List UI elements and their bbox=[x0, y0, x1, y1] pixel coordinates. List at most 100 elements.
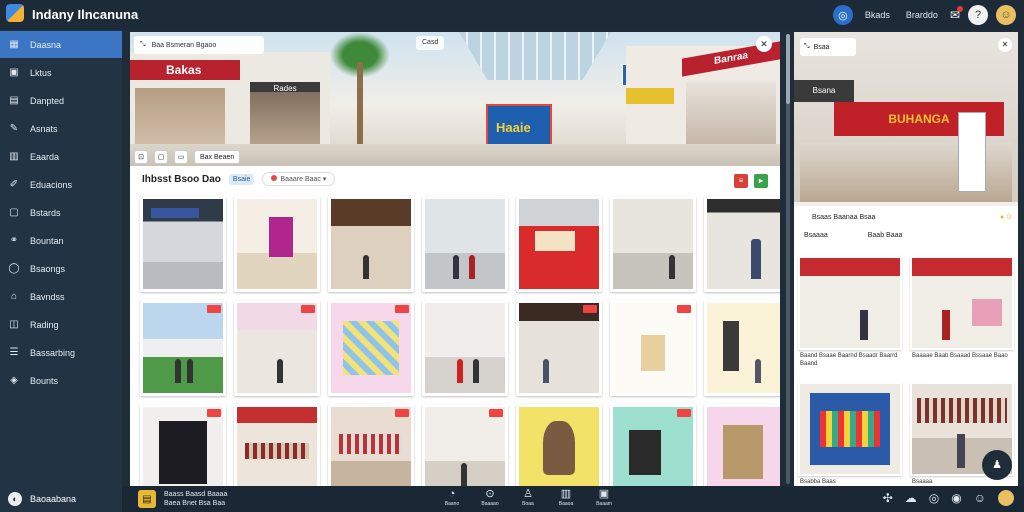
clock-icon: ◔ bbox=[448, 488, 456, 500]
sidebar-item-label: Daasna bbox=[30, 39, 62, 50]
close-icon[interactable]: ✕ bbox=[998, 38, 1012, 52]
right-tile-caption: Bsabba Baas bbox=[800, 479, 836, 485]
user-avatar[interactable]: ☺ bbox=[996, 5, 1016, 25]
hero-pill[interactable]: Casd bbox=[416, 36, 445, 50]
right-card-sub: Bsaaaa Baab Baaa bbox=[794, 228, 1018, 242]
user-icon[interactable]: ☺ bbox=[974, 491, 986, 505]
gallery-tile[interactable] bbox=[422, 196, 508, 292]
bulb-icon[interactable]: ● ⊙ bbox=[1000, 213, 1012, 221]
gallery-tile[interactable] bbox=[610, 196, 696, 292]
tool-list[interactable]: ▣ Baaam bbox=[592, 488, 616, 508]
floating-action-button[interactable]: ♟ bbox=[982, 450, 1012, 480]
sidebar-item-bassarbing[interactable]: ☰ Bassarbing bbox=[0, 339, 122, 366]
gallery-tile[interactable] bbox=[328, 196, 414, 292]
tool-clock[interactable]: ◔ Baano bbox=[440, 488, 464, 508]
gallery-tile[interactable] bbox=[516, 196, 602, 292]
right-card-sub-left[interactable]: Bsaaaa bbox=[804, 232, 828, 239]
sale-badge bbox=[489, 409, 503, 417]
globe-icon: ◯ bbox=[8, 263, 20, 274]
sidebar-item-bounts[interactable]: ◈ Bounts bbox=[0, 367, 122, 394]
sidebar-item-eduacions[interactable]: ✐ Eduacions bbox=[0, 171, 122, 198]
target-icon[interactable]: ◉ bbox=[951, 491, 961, 505]
puzzle-icon[interactable]: ✣ bbox=[883, 491, 893, 505]
right-toolbar[interactable]: ⤡ Bsaa bbox=[800, 38, 856, 56]
top-chip-1[interactable]: Bkads bbox=[861, 8, 894, 22]
gallery-tile[interactable] bbox=[610, 404, 696, 486]
filter-row: ⊡ ▢ ▭ Bax Beaen bbox=[130, 148, 780, 166]
sort-dot-icon bbox=[271, 175, 278, 181]
gallery-tile[interactable] bbox=[234, 300, 320, 396]
right-tile-3[interactable]: Bsabba Baas bbox=[798, 382, 902, 486]
right-tile-2[interactable]: Baaaae Baab Bsaaad Bssaae Baao bbox=[910, 256, 1014, 378]
sidebar-item-danpted[interactable]: ▤ Danpted bbox=[0, 87, 122, 114]
list-view-button[interactable]: ≡ bbox=[734, 174, 748, 188]
gallery-tag[interactable]: Bsaie bbox=[228, 173, 255, 185]
bell-icon[interactable]: ✉ bbox=[950, 6, 963, 22]
hero-toolbar[interactable]: ⤡ Baa Bsmeran Bgaoo bbox=[134, 36, 264, 54]
gallery-tile[interactable] bbox=[704, 196, 780, 292]
gallery-tile[interactable] bbox=[328, 300, 414, 396]
gallery-tile[interactable] bbox=[610, 300, 696, 396]
right-tile-1[interactable]: Baand Bsaae Baarnd Bsaadr Baarrd Baand bbox=[798, 256, 902, 378]
right-card-title: Bsaas Baanaa Bsaa bbox=[812, 213, 876, 221]
filter-icon[interactable]: ⊡ bbox=[134, 150, 148, 164]
store-sign: Bakas bbox=[130, 60, 240, 80]
store-sign-dark: Bsana bbox=[794, 80, 854, 102]
help-icon[interactable]: ? bbox=[968, 5, 988, 25]
gallery-tile[interactable] bbox=[422, 404, 508, 486]
gallery-tile[interactable] bbox=[234, 404, 320, 486]
next-button[interactable]: ▸ bbox=[754, 174, 768, 188]
gallery-tile[interactable] bbox=[422, 300, 508, 396]
gallery-actions: ≡ ▸ bbox=[734, 174, 768, 188]
shield-icon: ◈ bbox=[10, 375, 18, 386]
sidebar-item-asnats[interactable]: ✎ Asnats bbox=[0, 115, 122, 142]
sidebar-item-rading[interactable]: ◫ Rading bbox=[0, 311, 122, 338]
cursor-icon[interactable]: ⤡ bbox=[804, 43, 810, 51]
sidebar-item-bsaongs[interactable]: ◯ Bsaongs bbox=[0, 255, 122, 282]
close-icon[interactable]: ✕ bbox=[756, 36, 772, 52]
globe-icon[interactable]: ◎ bbox=[832, 5, 853, 25]
tool-chart[interactable]: ▥ Baaoa bbox=[554, 488, 578, 508]
image-icon[interactable]: ▭ bbox=[174, 150, 188, 164]
gallery-tile[interactable] bbox=[328, 404, 414, 486]
gallery-tile[interactable] bbox=[516, 300, 602, 396]
sidebar-item-lktus[interactable]: ▣ Lktus bbox=[0, 59, 122, 86]
gallery-tile[interactable] bbox=[140, 300, 226, 396]
sale-badge bbox=[677, 409, 691, 417]
gallery-tile[interactable] bbox=[140, 404, 226, 486]
sidebar-item-label: Lktus bbox=[30, 67, 52, 78]
sidebar-item-label: Danpted bbox=[30, 95, 65, 106]
profile-avatar[interactable] bbox=[998, 490, 1014, 506]
gallery-tile[interactable] bbox=[704, 404, 780, 486]
gallery-tile[interactable] bbox=[140, 196, 226, 292]
top-chip-2[interactable]: Brarddo bbox=[902, 8, 942, 22]
right-card: Bsaas Baanaa Bsaa ● ⊙ Bsaaaa Baab Baaa B… bbox=[794, 206, 1018, 486]
cloud-icon[interactable]: ☁ bbox=[905, 491, 917, 505]
tool-person[interactable]: ♙ Boaa bbox=[516, 488, 540, 508]
sidebar-item-eaarda[interactable]: ▥ Eaarda bbox=[0, 143, 122, 170]
square-icon[interactable]: ▢ bbox=[154, 150, 168, 164]
status-icon[interactable]: ▤ bbox=[138, 490, 156, 508]
cursor-icon[interactable]: ⤡ bbox=[140, 41, 146, 49]
sort-dropdown[interactable]: Baaare Baac ▾ bbox=[262, 172, 336, 186]
app-logo-icon[interactable] bbox=[6, 4, 24, 22]
bottom-bar: ◐ Baoaabana ▤ Baass Baasd Baaaa Baea Bne… bbox=[0, 486, 1024, 512]
hero-image: Bakas Rades Haaie Banraa ⤡ Baa Bsmeran B… bbox=[130, 32, 780, 166]
bottom-user[interactable]: ◐ Baoaabana bbox=[0, 486, 122, 512]
settings-icon[interactable]: ◎ bbox=[929, 491, 939, 505]
filter-chip[interactable]: Bax Beaen bbox=[194, 150, 241, 164]
skylight bbox=[459, 32, 611, 80]
scrollbar-thumb[interactable] bbox=[786, 34, 790, 104]
right-card-sub-right[interactable]: Baab Baaa bbox=[868, 232, 903, 239]
gallery-tile[interactable] bbox=[704, 300, 780, 396]
sidebar-item-bountan[interactable]: ⚭ Bountan bbox=[0, 227, 122, 254]
main-scrollbar[interactable] bbox=[786, 34, 790, 484]
bottom-status: ▤ Baass Baasd Baaaa Baea Bnet Bsa Baa bbox=[138, 490, 227, 508]
gallery-tile[interactable] bbox=[516, 404, 602, 486]
sidebar-item-daasna[interactable]: ▦ Daasna bbox=[0, 31, 122, 58]
sidebar-item-bavndss[interactable]: ⌂ Bavndss bbox=[0, 283, 122, 310]
sidebar-item-bstards[interactable]: ▢ Bstards bbox=[0, 199, 122, 226]
right-tile-caption: Baand Bsaae Baarnd Bsaadr Baarrd Baand bbox=[800, 353, 898, 367]
tool-pin[interactable]: ⊙ Baaaao bbox=[478, 488, 502, 508]
gallery-tile[interactable] bbox=[234, 196, 320, 292]
